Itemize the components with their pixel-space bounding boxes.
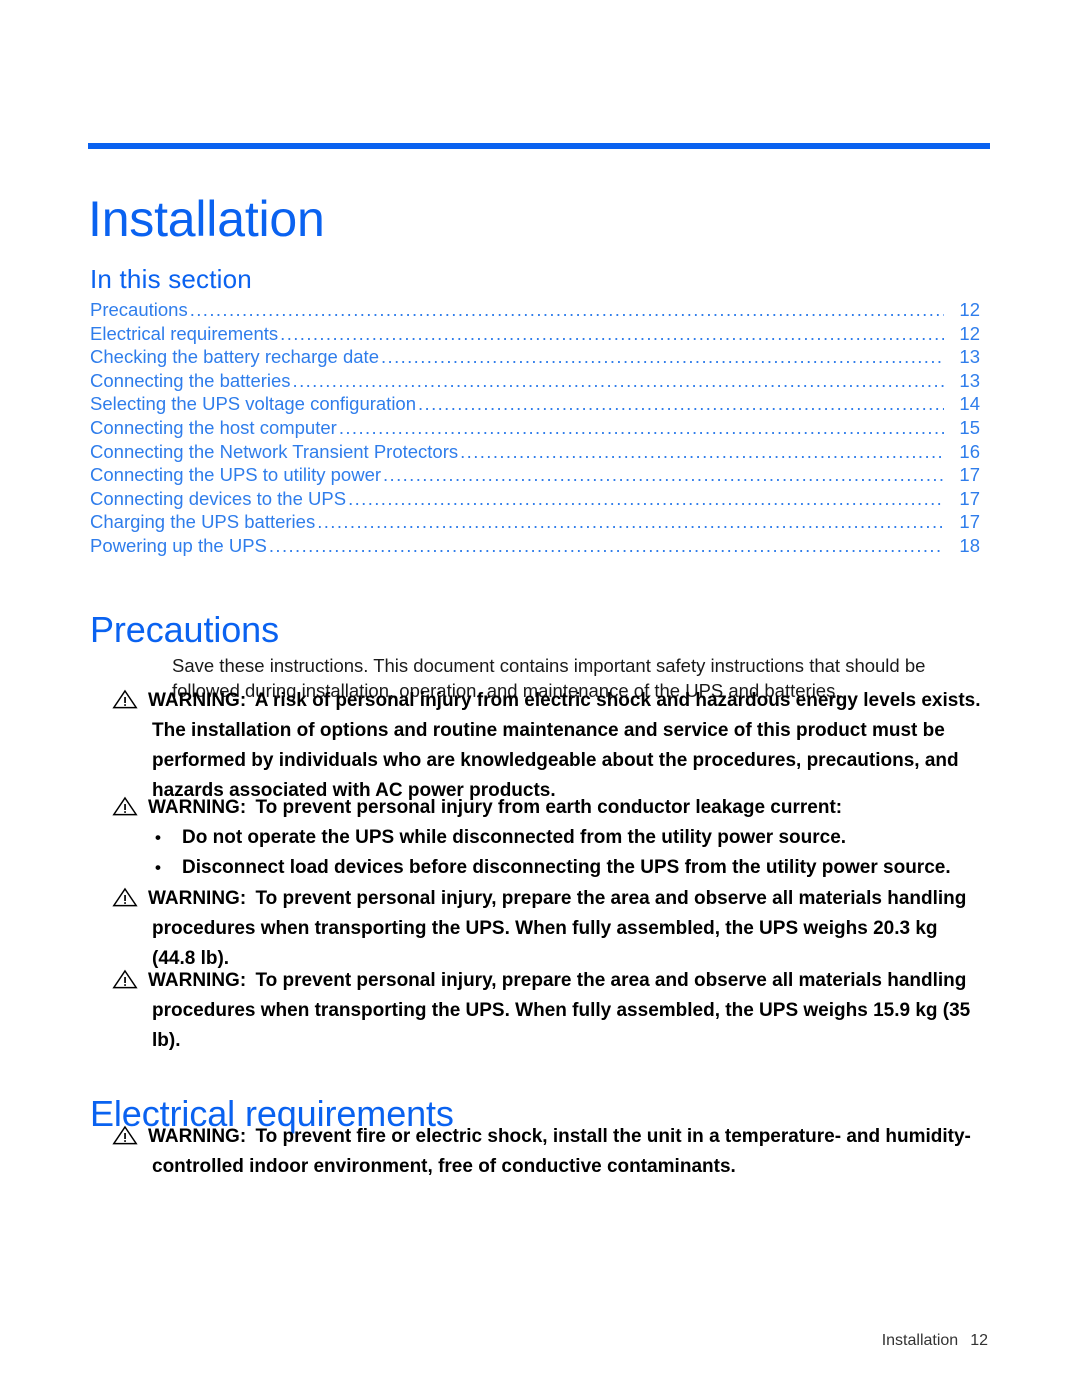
toc-entry-title: Electrical requirements — [90, 322, 279, 344]
toc-leader-dots: ........................................… — [317, 511, 944, 533]
toc-leader-dots: ........................................… — [460, 440, 944, 462]
warning-block-earth-leakage: WARNING: To prevent personal injury from… — [112, 793, 982, 883]
toc-entry[interactable]: Connecting the Network Transient Protect… — [90, 440, 980, 464]
chapter-header-rule — [88, 143, 990, 149]
toc-entry-page: 17 — [959, 487, 980, 509]
toc-entry[interactable]: Connecting the UPS to utility power.....… — [90, 463, 980, 487]
toc-entry-title: Charging the UPS batteries — [90, 511, 316, 533]
warning-message: To prevent personal injury, prepare the … — [152, 888, 967, 969]
page-footer: Installation 12 — [864, 1311, 988, 1371]
toc-entry-page: 12 — [959, 299, 980, 320]
warning-text: WARNING: A risk of personal injury from … — [112, 686, 982, 806]
page-title: Installation — [88, 190, 325, 247]
precautions-heading: Precautions — [90, 608, 280, 650]
toc-entry[interactable]: Connecting the host computer............… — [90, 416, 980, 440]
footer-page-number: 12 — [970, 1332, 988, 1349]
toc-entry[interactable]: Checking the battery recharge date......… — [90, 345, 980, 369]
toc-entry[interactable]: Connecting devices to the UPS...........… — [90, 487, 980, 511]
toc-entry-page: 13 — [959, 346, 980, 368]
toc-entry-title: Connecting the UPS to utility power — [90, 464, 382, 486]
toc-leader-dots: ........................................… — [380, 346, 944, 368]
warning-kicker: WARNING: — [148, 797, 247, 818]
toc-entry[interactable]: Precautions.............................… — [90, 298, 980, 322]
toc-entry-title: Precautions — [90, 299, 188, 320]
toc-entry-title: Selecting the UPS voltage configuration — [90, 393, 417, 415]
toc-entry-title: Connecting devices to the UPS — [90, 487, 347, 509]
footer-chapter-label: Installation — [881, 1332, 959, 1349]
warning-bullet-item: Do not operate the UPS while disconnecte… — [112, 823, 982, 853]
warning-text: WARNING: To prevent personal injury, pre… — [112, 966, 982, 1056]
warning-text: WARNING: To prevent fire or electric sho… — [112, 1122, 982, 1182]
toc-entry[interactable]: Connecting the batteries................… — [90, 369, 980, 393]
toc-entry-page: 12 — [959, 322, 980, 344]
toc-entry[interactable]: Selecting the UPS voltage configuration.… — [90, 392, 980, 416]
toc-entry-page: 13 — [959, 369, 980, 391]
warning-triangle-icon — [112, 1125, 138, 1145]
toc-entry-title: Connecting the batteries — [90, 369, 291, 391]
warning-kicker: WARNING: — [148, 970, 247, 991]
toc-leader-dots: ........................................… — [338, 416, 944, 438]
warning-kicker: WARNING: — [148, 1126, 247, 1147]
toc-entry-page: 16 — [959, 440, 980, 462]
toc-entry-title: Connecting the Network Transient Protect… — [90, 440, 459, 462]
warning-triangle-icon — [112, 969, 138, 989]
toc-entry-page: 14 — [959, 393, 980, 415]
warning-message: To prevent fire or electric shock, insta… — [152, 1126, 971, 1177]
warning-block-electric-shock: WARNING: A risk of personal injury from … — [112, 686, 982, 806]
toc-leader-dots: ........................................… — [418, 393, 944, 415]
toc-leader-dots: ........................................… — [280, 322, 944, 344]
warning-bullet-list: Do not operate the UPS while disconnecte… — [112, 823, 982, 883]
toc-entry-title: Powering up the UPS — [90, 534, 267, 556]
warning-text: WARNING: To prevent personal injury, pre… — [112, 884, 982, 974]
toc-entry-page: 18 — [959, 534, 980, 556]
warning-message: To prevent personal injury, prepare the … — [152, 970, 971, 1051]
warning-triangle-icon — [112, 689, 138, 709]
warning-block-fire-shock: WARNING: To prevent fire or electric sho… — [112, 1122, 982, 1182]
toc-leader-dots: ........................................… — [268, 534, 944, 556]
toc-entry-title: Connecting the host computer — [90, 416, 337, 438]
warning-triangle-icon — [112, 796, 138, 816]
warning-text: WARNING: To prevent personal injury from… — [112, 793, 982, 823]
toc-entry-page: 17 — [959, 464, 980, 486]
warning-kicker: WARNING: — [148, 888, 247, 909]
toc-entry-page: 15 — [959, 416, 980, 438]
toc-entry[interactable]: Powering up the UPS.....................… — [90, 534, 980, 558]
warning-message: To prevent personal injury from earth co… — [255, 797, 843, 818]
toc-leader-dots: ........................................… — [348, 487, 944, 509]
toc-entry-title: Checking the battery recharge date — [90, 346, 379, 368]
toc-entry[interactable]: Charging the UPS batteries..............… — [90, 510, 980, 534]
in-this-section-heading: In this section — [90, 264, 252, 294]
toc-leader-dots: ........................................… — [292, 369, 944, 391]
document-page: Installation In this section Precautions… — [0, 0, 1080, 1397]
warning-kicker: WARNING: — [148, 690, 247, 711]
table-of-contents: Precautions.............................… — [90, 298, 980, 558]
warning-block-transport-20kg: WARNING: To prevent personal injury, pre… — [112, 884, 982, 974]
warning-block-transport-15kg: WARNING: To prevent personal injury, pre… — [112, 966, 982, 1056]
toc-entry-page: 17 — [959, 511, 980, 533]
toc-entry[interactable]: Electrical requirements.................… — [90, 322, 980, 346]
warning-bullet-item: Disconnect load devices before disconnec… — [112, 853, 982, 883]
toc-leader-dots: ........................................… — [189, 299, 944, 320]
warning-message: A risk of personal injury from electric … — [152, 690, 981, 801]
warning-triangle-icon — [112, 887, 138, 907]
toc-leader-dots: ........................................… — [383, 464, 944, 486]
